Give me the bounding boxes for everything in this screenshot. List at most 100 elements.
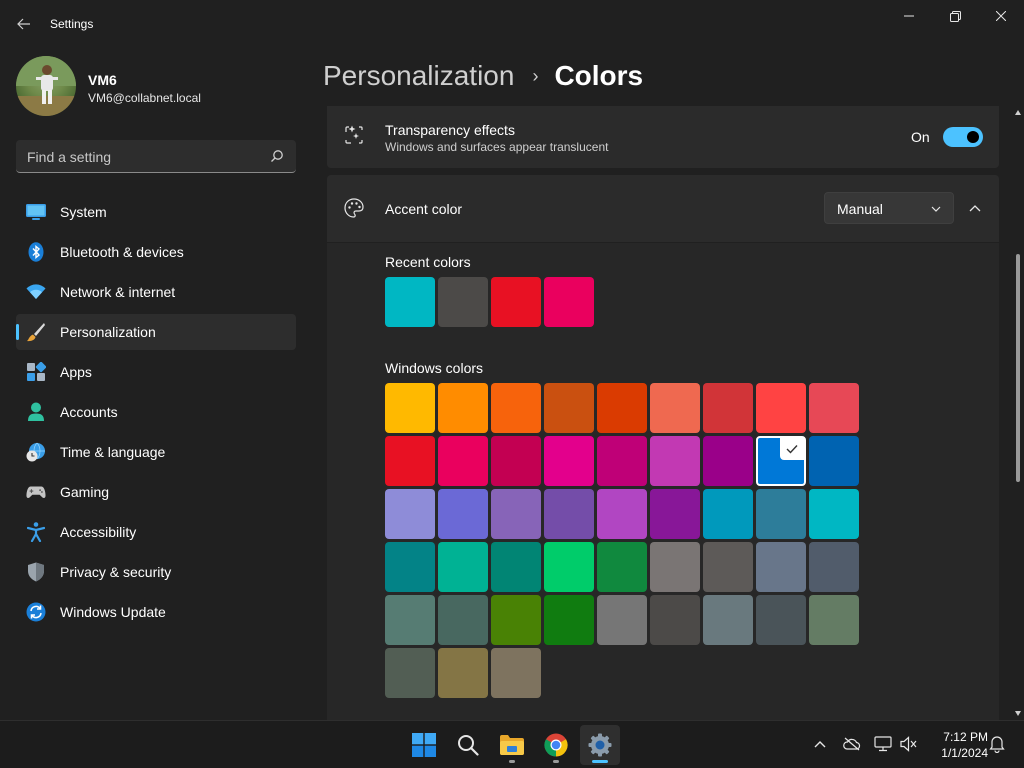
sidebar-item-personalization[interactable]: Personalization — [16, 314, 296, 350]
sidebar-item-windows-update[interactable]: Windows Update — [16, 594, 296, 630]
color-swatch[interactable] — [703, 489, 753, 539]
color-swatch[interactable] — [491, 648, 541, 698]
color-swatch[interactable] — [650, 383, 700, 433]
color-swatch[interactable] — [385, 489, 435, 539]
file-explorer-button[interactable] — [492, 725, 532, 765]
color-swatch[interactable] — [809, 595, 859, 645]
color-swatch[interactable] — [544, 542, 594, 592]
color-swatch[interactable] — [491, 542, 541, 592]
chrome-button[interactable] — [536, 725, 576, 765]
color-swatch[interactable] — [491, 489, 541, 539]
scroll-down-arrow-icon[interactable] — [1015, 711, 1021, 716]
color-swatch[interactable] — [438, 595, 488, 645]
sidebar-item-accessibility[interactable]: Accessibility — [16, 514, 296, 550]
color-swatch[interactable] — [597, 436, 647, 486]
active-indicator — [592, 760, 608, 763]
color-swatch[interactable] — [809, 436, 859, 486]
sidebar-item-apps[interactable]: Apps — [16, 354, 296, 390]
color-swatch[interactable] — [756, 383, 806, 433]
sidebar-item-bluetooth[interactable]: Bluetooth & devices — [16, 234, 296, 270]
color-swatch[interactable] — [438, 542, 488, 592]
color-swatch[interactable] — [491, 595, 541, 645]
color-swatch[interactable] — [385, 383, 435, 433]
scrollbar[interactable] — [1012, 106, 1024, 720]
person-icon — [26, 402, 46, 422]
color-swatch[interactable] — [650, 489, 700, 539]
color-swatch[interactable] — [597, 489, 647, 539]
color-swatch[interactable] — [809, 489, 859, 539]
search-button[interactable] — [448, 725, 488, 765]
collapse-button[interactable] — [963, 196, 987, 220]
color-swatch[interactable] — [703, 542, 753, 592]
restore-button[interactable] — [932, 0, 978, 32]
sidebar-item-system[interactable]: System — [16, 194, 296, 230]
search-placeholder: Find a setting — [27, 149, 112, 165]
accent-color-title: Accent color — [385, 201, 463, 217]
volume-tray-button[interactable] — [898, 733, 920, 755]
notifications-button[interactable] — [986, 733, 1008, 755]
close-button[interactable] — [978, 0, 1024, 32]
color-swatch[interactable] — [650, 595, 700, 645]
start-button[interactable] — [404, 725, 444, 765]
color-swatch[interactable] — [438, 383, 488, 433]
search-input[interactable]: Find a setting — [16, 140, 296, 173]
color-swatch[interactable] — [809, 542, 859, 592]
minimize-button[interactable] — [886, 0, 932, 32]
color-swatch[interactable] — [385, 277, 435, 327]
color-swatch[interactable] — [438, 648, 488, 698]
color-swatch[interactable] — [544, 277, 594, 327]
app-title: Settings — [50, 17, 94, 31]
bluetooth-icon — [26, 242, 46, 262]
color-swatch[interactable] — [597, 542, 647, 592]
onedrive-tray-button[interactable] — [841, 733, 863, 755]
color-swatch[interactable] — [650, 542, 700, 592]
settings-button[interactable] — [580, 725, 620, 765]
scroll-thumb[interactable] — [1016, 254, 1020, 482]
color-swatch[interactable] — [385, 595, 435, 645]
color-swatch[interactable] — [544, 595, 594, 645]
color-swatch[interactable] — [756, 542, 806, 592]
network-tray-button[interactable] — [872, 733, 894, 755]
color-swatch[interactable] — [809, 383, 859, 433]
scroll-up-arrow-icon[interactable] — [1015, 110, 1021, 115]
color-swatch[interactable] — [703, 595, 753, 645]
color-swatch[interactable] — [756, 489, 806, 539]
sidebar-item-gaming[interactable]: Gaming — [16, 474, 296, 510]
chevron-down-icon — [931, 206, 941, 212]
color-swatch[interactable] — [703, 383, 753, 433]
color-swatch[interactable] — [438, 436, 488, 486]
color-swatch[interactable] — [544, 436, 594, 486]
transparency-title: Transparency effects — [385, 122, 515, 138]
color-swatch[interactable] — [491, 277, 541, 327]
transparency-toggle[interactable] — [943, 127, 983, 147]
show-hidden-icons-button[interactable] — [809, 733, 831, 755]
color-swatch[interactable] — [385, 436, 435, 486]
clock[interactable]: 7:12 PM 1/1/2024 — [926, 729, 988, 761]
sidebar-item-network[interactable]: Network & internet — [16, 274, 296, 310]
color-swatch[interactable] — [438, 489, 488, 539]
color-swatch[interactable] — [756, 436, 806, 486]
apps-icon — [26, 362, 46, 382]
breadcrumb-parent[interactable]: Personalization — [323, 60, 514, 92]
sidebar-item-privacy-security[interactable]: Privacy & security — [16, 554, 296, 590]
color-swatch[interactable] — [703, 436, 753, 486]
sidebar-item-label: Time & language — [60, 444, 166, 460]
color-swatch[interactable] — [597, 383, 647, 433]
color-swatch[interactable] — [385, 648, 435, 698]
color-swatch[interactable] — [438, 277, 488, 327]
user-profile[interactable]: VM6 VM6@collabnet.local — [16, 56, 296, 120]
color-swatch[interactable] — [544, 489, 594, 539]
sidebar-item-time-language[interactable]: Time & language — [16, 434, 296, 470]
back-button[interactable] — [12, 10, 36, 38]
color-swatch[interactable] — [544, 383, 594, 433]
accent-color-card[interactable]: Accent color Manual — [327, 175, 999, 242]
color-swatch[interactable] — [491, 436, 541, 486]
color-swatch[interactable] — [385, 542, 435, 592]
color-swatch[interactable] — [491, 383, 541, 433]
color-swatch[interactable] — [756, 595, 806, 645]
breadcrumb: Personalization › Colors — [323, 58, 643, 94]
accent-mode-dropdown[interactable]: Manual — [824, 192, 954, 224]
color-swatch[interactable] — [650, 436, 700, 486]
sidebar-item-accounts[interactable]: Accounts — [16, 394, 296, 430]
color-swatch[interactable] — [597, 595, 647, 645]
